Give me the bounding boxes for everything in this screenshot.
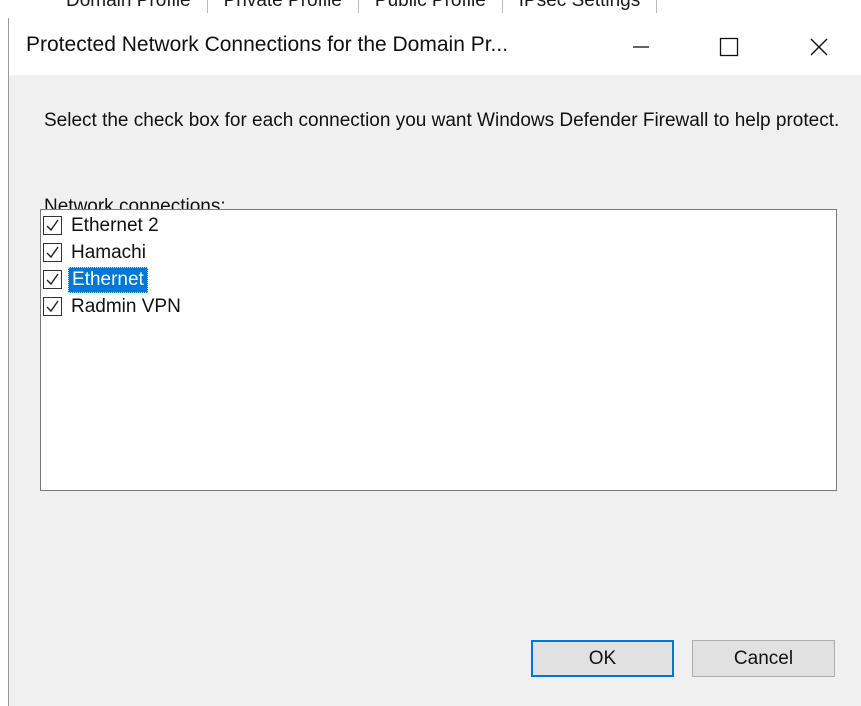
connection-label: Radmin VPN (71, 295, 181, 317)
list-item-ethernet[interactable]: Ethernet (43, 266, 148, 293)
connection-label-selected: Ethernet (68, 266, 148, 293)
screen: Domain Profile Private Profile Public Pr… (0, 0, 861, 706)
background-tab-domain-profile[interactable]: Domain Profile (0, 0, 208, 13)
checkbox-hamachi[interactable] (43, 243, 62, 262)
background-tab-private-profile[interactable]: Private Profile (208, 0, 359, 13)
checkbox-ethernet[interactable] (43, 270, 62, 289)
background-tab-public-profile[interactable]: Public Profile (359, 0, 503, 13)
connection-label: Ethernet 2 (71, 214, 159, 236)
checkmark-icon (46, 246, 59, 259)
ok-button[interactable]: OK (531, 640, 674, 677)
connection-label: Hamachi (71, 241, 146, 263)
dialog-title: Protected Network Connections for the Do… (26, 33, 509, 56)
protected-connections-dialog: Protected Network Connections for the Do… (8, 18, 861, 706)
list-item-ethernet-2[interactable]: Ethernet 2 (43, 212, 162, 239)
checkmark-icon (46, 219, 59, 232)
checkmark-icon (46, 273, 59, 286)
minimize-icon (633, 45, 649, 48)
checkbox-radmin-vpn[interactable] (43, 297, 62, 316)
network-connections-list[interactable]: Ethernet 2 Hamachi Ethernet Radmin VPN (40, 209, 837, 491)
close-icon (810, 38, 828, 55)
background-tab-ipsec-settings[interactable]: IPsec Settings (503, 0, 658, 13)
cancel-button[interactable]: Cancel (692, 640, 835, 677)
instruction-text: Select the check box for each connection… (44, 110, 840, 131)
maximize-button[interactable] (699, 18, 759, 75)
list-item-radmin-vpn[interactable]: Radmin VPN (43, 293, 184, 320)
dialog-titlebar[interactable]: Protected Network Connections for the Do… (9, 18, 861, 75)
close-button[interactable] (789, 18, 849, 75)
checkbox-ethernet-2[interactable] (43, 216, 62, 235)
checkmark-icon (46, 300, 59, 313)
maximize-icon (719, 37, 739, 56)
minimize-button[interactable] (611, 18, 671, 75)
list-item-hamachi[interactable]: Hamachi (43, 239, 149, 266)
background-window-tabs: Domain Profile Private Profile Public Pr… (0, 0, 861, 13)
